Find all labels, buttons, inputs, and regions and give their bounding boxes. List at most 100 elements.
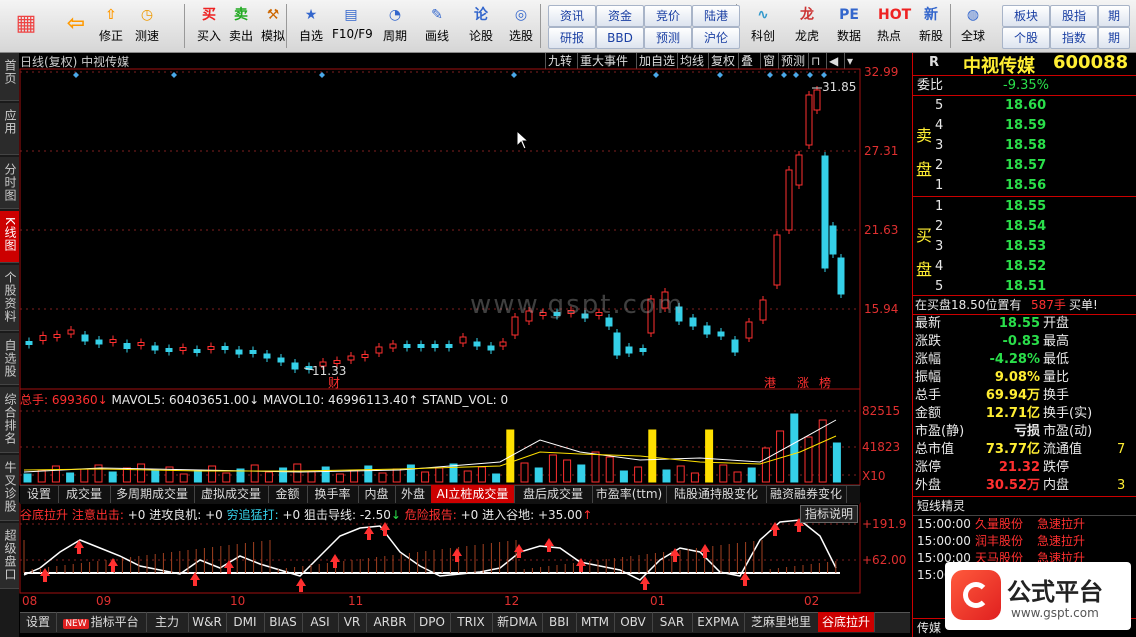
bottom-tab-15[interactable]: SAR: [652, 612, 693, 632]
event-diamond-icon[interactable]: [653, 72, 659, 78]
sell-level-row[interactable]: 2 18.57: [913, 157, 1136, 175]
left-tab-2[interactable]: 分时图: [0, 157, 19, 209]
chart-tool-2[interactable]: 加自选: [636, 53, 677, 69]
bottom-tab-5[interactable]: BIAS: [264, 612, 303, 632]
event-diamond-icon[interactable]: [767, 72, 773, 78]
sell-level-row[interactable]: 5 18.60: [913, 97, 1136, 115]
chart-tool-5[interactable]: 叠: [738, 53, 755, 69]
buy-level-row[interactable]: 5 18.51: [913, 278, 1136, 296]
toolbar-button-10[interactable]: ✎ 画线: [418, 2, 456, 50]
left-tab-5[interactable]: 自选股: [0, 333, 19, 385]
event-diamond-icon[interactable]: [319, 72, 325, 78]
toolbar-button-8[interactable]: ▤ F10/F9: [332, 2, 373, 50]
bottom-tab-0[interactable]: 设置: [20, 612, 57, 632]
event-diamond-icon[interactable]: [781, 72, 787, 78]
bottom-tab-9[interactable]: DPO: [414, 612, 451, 632]
chevron-down-icon[interactable]: ▾: [844, 53, 855, 69]
bottom-tab-6[interactable]: ASI: [302, 612, 339, 632]
toolbar-button-3[interactable]: ◷ 测速: [128, 2, 166, 50]
toolbar-button-7[interactable]: ★ 自选: [292, 2, 330, 50]
marker-gang[interactable]: 港: [764, 374, 776, 391]
marker-bang[interactable]: 榜: [819, 374, 831, 391]
buy-level-row[interactable]: 2 18.54: [913, 218, 1136, 236]
toolbar-button-11[interactable]: 论论股: [462, 2, 500, 50]
lock-icon[interactable]: ⊓: [808, 53, 822, 69]
sub-tab-12[interactable]: 融资融券变化: [766, 485, 847, 503]
left-tab-8[interactable]: 超级盘口: [0, 523, 19, 589]
chart-tool-6[interactable]: 窗: [760, 53, 777, 69]
toolbar-small-bottom-3[interactable]: 沪伦: [692, 27, 740, 49]
sub-tab-0[interactable]: 设置: [20, 485, 59, 503]
toolbar-button-15[interactable]: PE 数据: [830, 2, 868, 50]
event-diamond-icon[interactable]: [821, 72, 827, 78]
marker-zhang[interactable]: 涨: [797, 374, 809, 391]
chart-tool-4[interactable]: 复权: [708, 53, 737, 69]
chart-tool-3[interactable]: 均线: [677, 53, 706, 69]
bottom-tab-10[interactable]: TRIX: [450, 612, 493, 632]
buy-level-row[interactable]: 4 18.52: [913, 258, 1136, 276]
sub-tab-7[interactable]: 外盘: [395, 485, 432, 503]
toolbar-button-9[interactable]: ◔ 周期: [376, 2, 414, 50]
bottom-tab-14[interactable]: OBV: [614, 612, 653, 632]
toolbar-button-17[interactable]: 新新股: [912, 2, 950, 50]
bottom-tab-11[interactable]: 新DMA: [492, 612, 543, 632]
bottom-tab-17[interactable]: 芝麻里地里: [744, 612, 819, 632]
sell-level-row[interactable]: 1 18.56: [913, 177, 1136, 195]
left-tab-7[interactable]: 牛叉诊股: [0, 455, 19, 521]
marker-cai[interactable]: 财: [328, 374, 340, 391]
buy-level-row[interactable]: 3 18.53: [913, 238, 1136, 256]
toolbar-button-16[interactable]: HOT 热点: [870, 2, 911, 50]
toolbar-button-18[interactable]: ◍ 全球: [954, 2, 992, 50]
chart-tool-7[interactable]: 预测: [778, 53, 807, 69]
toolbar-button-2[interactable]: ⇧ 修正: [92, 2, 130, 50]
toolbar-small-top-1[interactable]: 资金: [596, 5, 644, 27]
event-diamond-icon[interactable]: [171, 72, 177, 78]
toolbar-right-top-1[interactable]: 股指: [1050, 5, 1098, 27]
toolbar-small-bottom-0[interactable]: 研报: [548, 27, 596, 49]
toolbar-right-top-2[interactable]: 期: [1098, 5, 1130, 27]
left-tab-4[interactable]: 个股资料: [0, 265, 19, 331]
toolbar-small-top-2[interactable]: 竞价: [644, 5, 692, 27]
toolbar-small-top-0[interactable]: 资讯: [548, 5, 596, 27]
sub-tab-6[interactable]: 内盘: [358, 485, 396, 503]
bottom-tab-2[interactable]: 主力: [146, 612, 189, 632]
sub-tab-9[interactable]: 盘后成交量: [514, 485, 593, 503]
bottom-tab-18[interactable]: 谷底拉升: [818, 612, 875, 632]
sub-tab-1[interactable]: 成交量: [58, 485, 111, 503]
toolbar-button-13[interactable]: ∿ 科创: [744, 2, 782, 50]
indicator-explain-button[interactable]: 指标说明: [800, 505, 859, 523]
toolbar-small-bottom-1[interactable]: BBD: [596, 27, 644, 49]
bottom-tab-12[interactable]: BBI: [542, 612, 577, 632]
buy-level-row[interactable]: 1 18.55: [913, 198, 1136, 216]
bottom-tab-16[interactable]: EXPMA: [692, 612, 745, 632]
sub-tab-10[interactable]: 市盈率(ttm): [592, 485, 667, 503]
chart-tool-1[interactable]: 重大事件: [577, 53, 630, 69]
bottom-tab-4[interactable]: DMI: [226, 612, 265, 632]
left-tab-3[interactable]: K线图: [0, 211, 19, 263]
sprite-row[interactable]: 15:00:00 润丰股份 急速拉升: [913, 532, 1136, 550]
toolbar-button-12[interactable]: ◎ 选股: [502, 2, 540, 50]
sprite-row[interactable]: 15:00:00 久量股份 急速拉升: [913, 515, 1136, 533]
event-diamond-icon[interactable]: [511, 72, 517, 78]
toolbar-right-bottom-2[interactable]: 期: [1098, 27, 1130, 49]
sell-level-row[interactable]: 4 18.59: [913, 117, 1136, 135]
event-diamond-icon[interactable]: [73, 72, 79, 78]
sub-tab-11[interactable]: 陆股通持股变化: [666, 485, 767, 503]
bottom-tab-3[interactable]: W&R: [188, 612, 227, 632]
bottom-tab-7[interactable]: VR: [338, 612, 367, 632]
bottom-tab-8[interactable]: ARBR: [366, 612, 415, 632]
left-tab-0[interactable]: 首页: [0, 53, 19, 101]
left-tab-6[interactable]: 综合排名: [0, 387, 19, 453]
toolbar-small-top-3[interactable]: 陆港: [692, 5, 740, 27]
event-diamond-icon[interactable]: [793, 72, 799, 78]
event-diamond-icon[interactable]: [717, 72, 723, 78]
event-diamond-icon[interactable]: [807, 72, 813, 78]
speaker-icon[interactable]: ◀: [826, 53, 840, 69]
toolbar-button-0[interactable]: ▦: [4, 2, 48, 50]
toolbar-small-bottom-2[interactable]: 预测: [644, 27, 692, 49]
bottom-tab-13[interactable]: MTM: [576, 612, 615, 632]
toolbar-right-top-0[interactable]: 板块: [1002, 5, 1050, 27]
chart-tool-0[interactable]: 九转: [545, 53, 574, 69]
sub-tab-4[interactable]: 金额: [268, 485, 308, 503]
sell-level-row[interactable]: 3 18.58: [913, 137, 1136, 155]
